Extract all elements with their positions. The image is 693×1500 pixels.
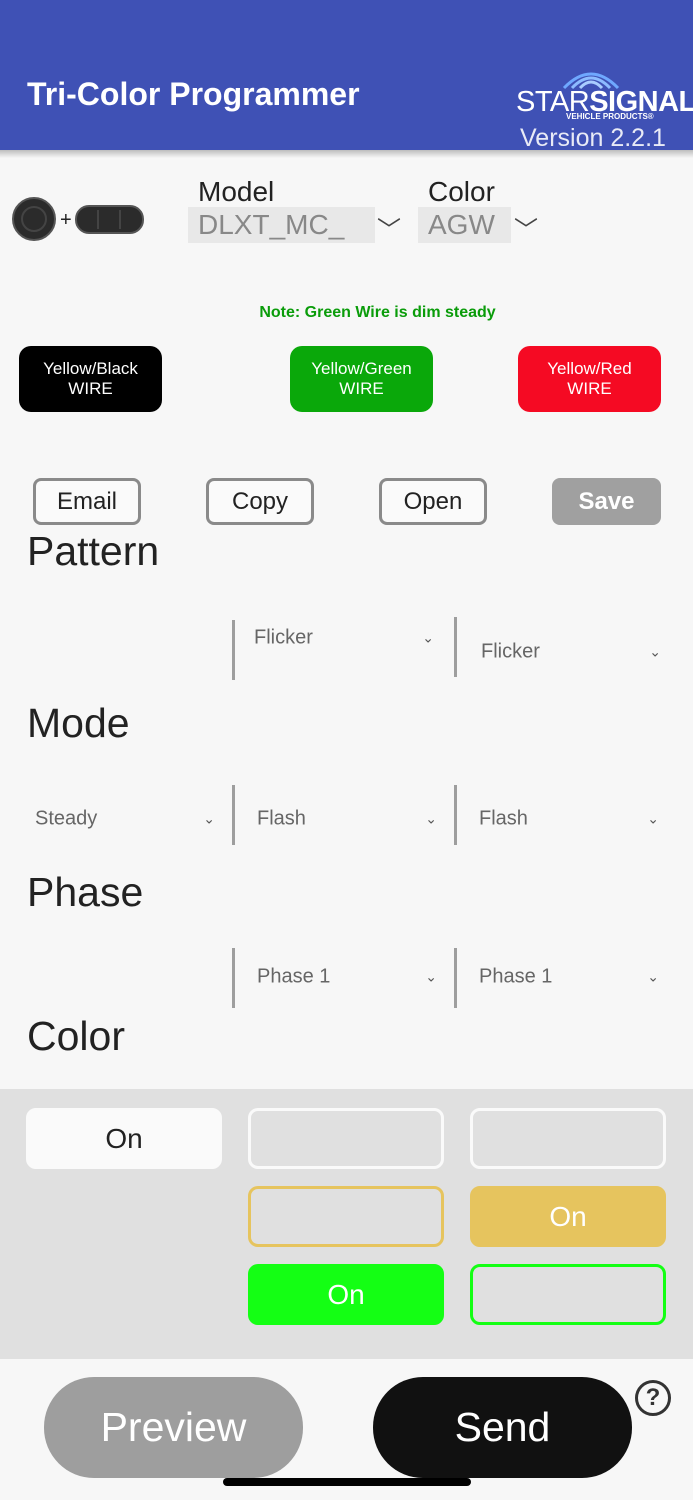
model-chevron-down-icon[interactable]: ﹀ — [377, 210, 401, 245]
mode-heading: Mode — [27, 700, 130, 746]
dropdown-value: Flash — [257, 807, 306, 830]
wire-label: WIRE — [68, 379, 113, 398]
help-icon[interactable]: ? — [635, 1380, 671, 1416]
dropdown-value: Phase 1 — [257, 965, 331, 988]
app-title: Tri-Color Programmer — [27, 76, 360, 112]
color-select[interactable]: AGW — [418, 207, 511, 243]
model-select[interactable]: DLXT_MC_ — [188, 207, 375, 243]
chevron-down-icon: ⌄ — [425, 968, 437, 985]
divider — [454, 948, 457, 1008]
preview-button[interactable]: Preview — [44, 1377, 303, 1478]
starsignal-logo: STARSIGNAL VEHICLE PRODUCTS® — [516, 66, 693, 124]
device-light-plus-bar-icon: + — [12, 197, 144, 241]
color-white-2-button[interactable] — [248, 1108, 444, 1169]
mode-dropdown-1[interactable]: Steady ⌄ — [35, 794, 215, 844]
divider — [454, 617, 457, 677]
dropdown-value: Phase 1 — [479, 965, 553, 988]
wire-label: WIRE — [567, 379, 612, 398]
pattern-dropdown-2[interactable]: Flicker ⌄ — [254, 613, 434, 663]
header-shadow — [0, 150, 693, 158]
chevron-down-icon: ⌄ — [425, 810, 437, 827]
svg-text:+: + — [60, 209, 72, 231]
color-white-3-button[interactable] — [470, 1108, 666, 1169]
divider — [454, 785, 457, 845]
wire-yellow-red-button[interactable]: Yellow/Red WIRE — [518, 346, 661, 412]
wire-label: Yellow/Black — [43, 359, 138, 378]
logo-subtitle: VEHICLE PRODUCTS® — [566, 112, 654, 121]
chevron-down-icon: ⌄ — [647, 810, 659, 827]
color-green-on-button[interactable]: On — [248, 1264, 444, 1325]
divider — [232, 785, 235, 845]
pattern-dropdown-3[interactable]: Flicker ⌄ — [481, 627, 661, 677]
color-label: Color — [428, 176, 495, 207]
save-button[interactable]: Save — [552, 478, 661, 525]
pattern-heading: Pattern — [27, 528, 160, 574]
home-indicator[interactable] — [223, 1478, 471, 1486]
chevron-down-icon: ⌄ — [203, 810, 215, 827]
color-amber-on-button[interactable]: On — [470, 1186, 666, 1247]
phase-dropdown-2[interactable]: Phase 1 ⌄ — [257, 952, 437, 1002]
wire-label: Yellow/Green — [311, 359, 412, 378]
mode-dropdown-3[interactable]: Flash ⌄ — [479, 794, 659, 844]
copy-button[interactable]: Copy — [206, 478, 314, 525]
dropdown-value: Flicker — [481, 640, 540, 663]
app-header: Tri-Color Programmer STARSIGNAL VEHICLE … — [0, 0, 693, 152]
send-button[interactable]: Send — [373, 1377, 632, 1478]
wire-yellow-black-button[interactable]: Yellow/Black WIRE — [19, 346, 162, 412]
open-button[interactable]: Open — [379, 478, 487, 525]
divider — [232, 620, 235, 680]
dropdown-value: Steady — [35, 807, 98, 830]
model-label: Model — [198, 176, 275, 207]
dropdown-value: Flash — [479, 807, 528, 830]
chevron-down-icon: ⌄ — [422, 629, 434, 646]
wire-yellow-green-button[interactable]: Yellow/Green WIRE — [290, 346, 433, 412]
color-grid: On On On — [0, 1089, 693, 1359]
color-white-on-button[interactable]: On — [26, 1108, 222, 1169]
divider — [232, 948, 235, 1008]
dropdown-value: Flicker — [254, 626, 313, 649]
wire-label: Yellow/Red — [547, 359, 632, 378]
wire-note: Note: Green Wire is dim steady — [259, 304, 496, 321]
chevron-down-icon: ⌄ — [647, 968, 659, 985]
color-chevron-down-icon[interactable]: ﹀ — [514, 210, 538, 245]
phase-heading: Phase — [27, 869, 144, 915]
wire-label: WIRE — [339, 379, 384, 398]
phase-dropdown-3[interactable]: Phase 1 ⌄ — [479, 952, 659, 1002]
version-label: Version 2.2.1 — [520, 124, 666, 152]
mode-dropdown-2[interactable]: Flash ⌄ — [257, 794, 437, 844]
chevron-down-icon: ⌄ — [649, 643, 661, 660]
color-amber-2-button[interactable] — [248, 1186, 444, 1247]
color-green-3-button[interactable] — [470, 1264, 666, 1325]
color-heading: Color — [27, 1013, 125, 1059]
email-button[interactable]: Email — [33, 478, 141, 525]
